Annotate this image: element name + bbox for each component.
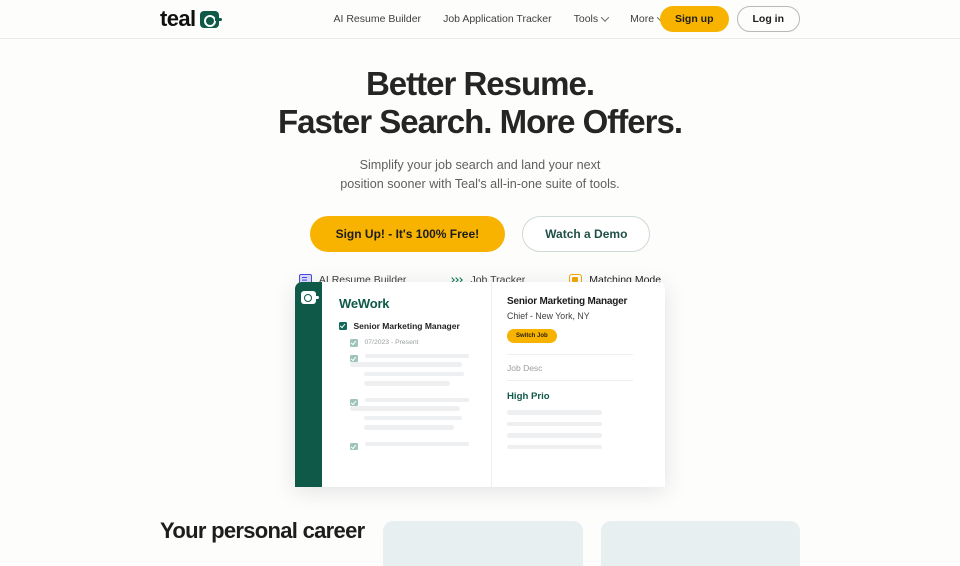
cta-row: Sign Up! - It's 100% Free! Watch a Demo — [0, 215, 960, 252]
section-heading: Your personal career — [160, 518, 365, 543]
nav-item-tools[interactable]: Tools — [573, 13, 610, 25]
job-title: Senior Marketing Manager — [507, 296, 628, 307]
signup-free-button[interactable]: Sign Up! - It's 100% Free! — [309, 215, 506, 252]
checkbox-checked-icon[interactable] — [350, 354, 358, 362]
skeleton-line — [350, 406, 460, 411]
priority-skeletons — [507, 410, 665, 449]
watch-demo-button[interactable]: Watch a Demo — [522, 215, 651, 252]
skeleton-line — [364, 397, 469, 402]
header-actions: Sign up Log in — [660, 6, 800, 32]
role-dates-row: 07/2023 - Present — [350, 339, 477, 347]
nav-label: Job Application Tracker — [443, 13, 552, 25]
hero-section: Better Resume. Faster Search. More Offer… — [0, 39, 960, 296]
resume-panel: WeWork Senior Marketing Manager 07/2023 … — [322, 282, 492, 487]
teal-logo[interactable]: teal — [160, 6, 222, 31]
nav-item-more[interactable]: More — [630, 13, 666, 25]
signup-button[interactable]: Sign up — [660, 6, 729, 32]
logo-wordmark: teal — [160, 6, 196, 31]
teal-mark-icon — [199, 10, 222, 28]
checkbox-checked-icon[interactable] — [339, 322, 347, 330]
divider — [507, 354, 634, 355]
checkbox-checked-icon[interactable] — [350, 442, 358, 450]
hero-subtitle-line-1: Simplify your job search and land your n… — [359, 157, 601, 172]
page-title: Better Resume. Faster Search. More Offer… — [0, 65, 960, 142]
job-company-location: Chief - New York, NY — [507, 311, 590, 321]
next-section: Your personal career — [0, 495, 960, 566]
site-header: teal AI Resume Builder Job Application T… — [0, 0, 960, 39]
bullet-row — [350, 397, 477, 406]
nav-item-job-application-tracker[interactable]: Job Application Tracker — [443, 13, 552, 25]
hero-subtitle-line-2: position sooner with Teal's all-in-one s… — [340, 177, 620, 192]
nav-label: Tools — [573, 13, 599, 25]
switch-job-button[interactable]: Switch Job — [507, 329, 557, 343]
skeleton-line — [364, 425, 454, 430]
skeleton-line — [507, 410, 602, 415]
main-nav: AI Resume Builder Job Application Tracke… — [334, 13, 666, 25]
teal-mark-icon — [301, 291, 319, 304]
bullet-row — [350, 353, 477, 362]
role-row: Senior Marketing Manager — [339, 321, 477, 331]
job-description-label: Job Desc — [507, 363, 543, 373]
feature-card[interactable] — [600, 521, 800, 566]
bullet-group — [350, 397, 477, 430]
hero-subtitle: Simplify your job search and land your n… — [0, 156, 960, 195]
skeleton-line — [364, 371, 464, 376]
divider — [507, 380, 634, 381]
skeleton-line — [364, 415, 462, 420]
company-name: WeWork — [339, 296, 390, 311]
checkbox-checked-icon[interactable] — [350, 398, 358, 406]
nav-item-ai-resume-builder[interactable]: AI Resume Builder — [334, 13, 422, 25]
nav-label: More — [630, 13, 655, 25]
skeleton-line — [507, 444, 602, 449]
nav-label: AI Resume Builder — [333, 13, 422, 25]
high-priority-heading: High Prio — [507, 391, 550, 402]
chevron-down-icon — [600, 13, 610, 22]
bullet-group — [350, 353, 477, 386]
skeleton-line — [507, 421, 602, 426]
skeleton-line — [507, 433, 602, 438]
feature-card[interactable] — [383, 521, 583, 566]
skeleton-line — [364, 441, 469, 446]
job-detail-panel: Senior Marketing Manager Chief - New Yor… — [492, 282, 665, 487]
app-sidebar — [295, 282, 322, 487]
skeleton-line — [350, 362, 462, 367]
hero-title-line-1: Better Resume. — [365, 65, 595, 102]
bullet-group — [350, 441, 477, 450]
role-title: Senior Marketing Manager — [353, 321, 460, 331]
skeleton-line — [364, 353, 469, 358]
role-dates: 07/2023 - Present — [364, 339, 419, 346]
product-preview: WeWork Senior Marketing Manager 07/2023 … — [295, 282, 665, 487]
login-button[interactable]: Log in — [736, 6, 800, 32]
hero-title-line-2: Faster Search. More Offers. — [278, 103, 683, 141]
skeleton-line — [364, 381, 450, 386]
checkbox-checked-icon[interactable] — [350, 339, 358, 347]
bullet-row — [350, 441, 477, 450]
